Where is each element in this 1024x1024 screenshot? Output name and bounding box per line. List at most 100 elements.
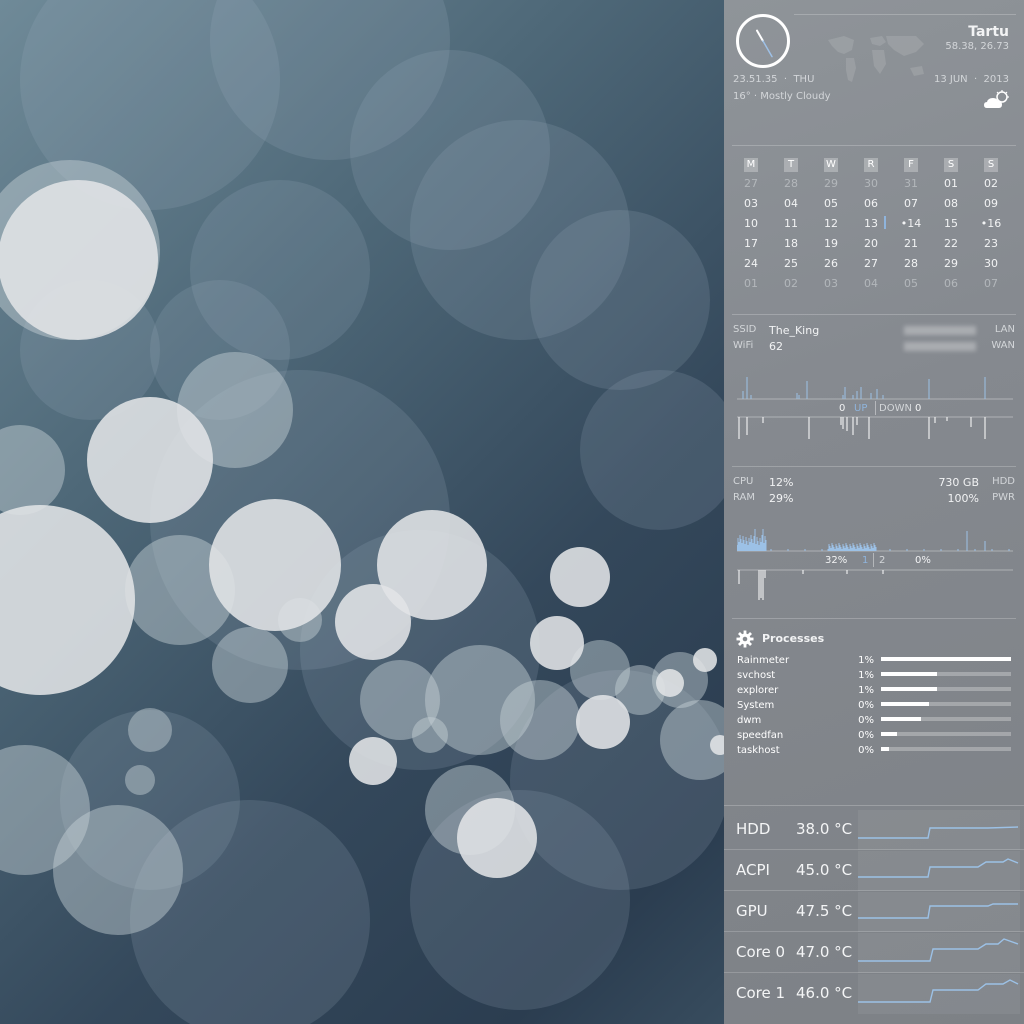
calendar-weekday-3: R	[864, 158, 878, 172]
calendar-day[interactable]: 07	[973, 277, 1009, 290]
process-name: System	[737, 700, 775, 711]
bokeh-light	[412, 717, 448, 753]
process-usage-fill	[881, 687, 937, 691]
calendar-day[interactable]: 27	[853, 257, 889, 270]
download-value: 0	[915, 403, 922, 414]
calendar-day[interactable]: 29	[813, 177, 849, 190]
calendar-day[interactable]: 02	[973, 177, 1009, 190]
calendar-weekday-5: S	[944, 158, 958, 172]
wifi-value: 62	[769, 340, 783, 353]
process-usage-bar	[881, 717, 1011, 721]
calendar-day[interactable]: 29	[933, 257, 969, 270]
bokeh-light	[710, 735, 724, 755]
bokeh-light	[576, 695, 630, 749]
temp-history-graph	[858, 851, 1020, 891]
upload-value: 0	[839, 403, 846, 414]
calendar-day[interactable]: 08	[933, 197, 969, 210]
calendar-day[interactable]: 17	[733, 237, 769, 250]
calendar-day[interactable]: 24	[733, 257, 769, 270]
calendar-day[interactable]: 18	[773, 237, 809, 250]
calendar-day[interactable]: 15	[933, 217, 969, 230]
calendar-day[interactable]: 20	[853, 237, 889, 250]
today-marker	[884, 216, 886, 229]
wifi-label: WiFi	[733, 340, 754, 351]
calendar-day[interactable]: 03	[813, 277, 849, 290]
divider	[732, 145, 1016, 146]
bokeh-light	[0, 425, 65, 515]
divider	[724, 890, 1024, 891]
process-name: dwm	[737, 715, 762, 726]
calendar-day[interactable]: 19	[813, 237, 849, 250]
temp-sensor-value: 45.0 °C	[796, 861, 853, 879]
divider	[875, 401, 876, 415]
rainmeter-sidebar: Tartu 58.38, 26.73 23.51.35 · THU 13 JUN…	[724, 0, 1024, 1024]
divider	[732, 618, 1016, 619]
city-name: Tartu	[968, 24, 1009, 40]
hdd-free-value: 730 GB	[938, 476, 979, 489]
calendar-day[interactable]: 30	[853, 177, 889, 190]
ssid-value: The_King	[769, 324, 820, 337]
process-name: svchost	[737, 670, 776, 681]
calendar-day[interactable]: 04	[853, 277, 889, 290]
ram-label: RAM	[733, 492, 756, 503]
calendar-day[interactable]: 12	[813, 217, 849, 230]
calendar-day[interactable]: •14	[893, 217, 929, 230]
calendar-day[interactable]: 28	[773, 177, 809, 190]
calendar-day[interactable]: 09	[973, 197, 1009, 210]
temp-sensor-value: 47.0 °C	[796, 943, 853, 961]
bokeh-light	[53, 805, 183, 935]
digital-time: 23.51.35 · THU	[733, 74, 815, 85]
cpu-label: CPU	[733, 476, 754, 487]
calendar-day[interactable]: 21	[893, 237, 929, 250]
process-usage-bar	[881, 687, 1011, 691]
calendar-day[interactable]: 07	[893, 197, 929, 210]
calendar-day[interactable]: 27	[733, 177, 769, 190]
calendar-day[interactable]: 30	[973, 257, 1009, 270]
core2-label: 2	[879, 555, 886, 566]
calendar-day[interactable]: 31	[893, 177, 929, 190]
calendar-day[interactable]: 05	[893, 277, 929, 290]
temp-history-graph	[858, 892, 1020, 932]
core2-percent: 0%	[915, 555, 931, 566]
process-usage-bar	[881, 702, 1011, 706]
process-percent: 0%	[858, 715, 874, 726]
calendar-day[interactable]: 06	[853, 197, 889, 210]
calendar-day[interactable]: 23	[973, 237, 1009, 250]
calendar-day[interactable]: 01	[733, 277, 769, 290]
top-divider	[794, 14, 1016, 15]
calendar-day[interactable]: 26	[813, 257, 849, 270]
temp-sensor-label: HDD	[736, 820, 771, 838]
process-name: taskhost	[737, 745, 780, 756]
bokeh-light	[550, 547, 610, 607]
calendar-day[interactable]: •16	[973, 217, 1009, 230]
calendar-day[interactable]: 06	[933, 277, 969, 290]
process-usage-bar	[881, 747, 1011, 751]
process-percent: 1%	[858, 655, 874, 666]
calendar-day[interactable]: 03	[733, 197, 769, 210]
calendar-day[interactable]: 01	[933, 177, 969, 190]
process-usage-fill	[881, 717, 922, 721]
process-percent: 0%	[858, 730, 874, 741]
calendar-weekday-4: F	[904, 158, 918, 172]
core1-percent: 32%	[825, 555, 848, 566]
process-percent: 1%	[858, 670, 874, 681]
calendar-day[interactable]: 11	[773, 217, 809, 230]
cloud-sun-icon	[983, 90, 1011, 114]
calendar-day[interactable]: 05	[813, 197, 849, 210]
processes-title: Processes	[762, 632, 825, 645]
calendar-day[interactable]: 22	[933, 237, 969, 250]
ssid-label: SSID	[733, 324, 757, 335]
temp-sensor-label: Core 1	[736, 984, 786, 1002]
calendar-day[interactable]: 02	[773, 277, 809, 290]
calendar-day[interactable]: 04	[773, 197, 809, 210]
process-usage-bar	[881, 732, 1011, 736]
process-usage-fill	[881, 747, 889, 751]
process-percent: 0%	[858, 745, 874, 756]
temp-sensor-value: 46.0 °C	[796, 984, 853, 1002]
hdd-label: HDD	[992, 476, 1015, 487]
calendar-day[interactable]: 10	[733, 217, 769, 230]
bokeh-light	[209, 499, 341, 631]
calendar-day[interactable]: 25	[773, 257, 809, 270]
divider	[873, 553, 874, 567]
calendar-day[interactable]: 28	[893, 257, 929, 270]
